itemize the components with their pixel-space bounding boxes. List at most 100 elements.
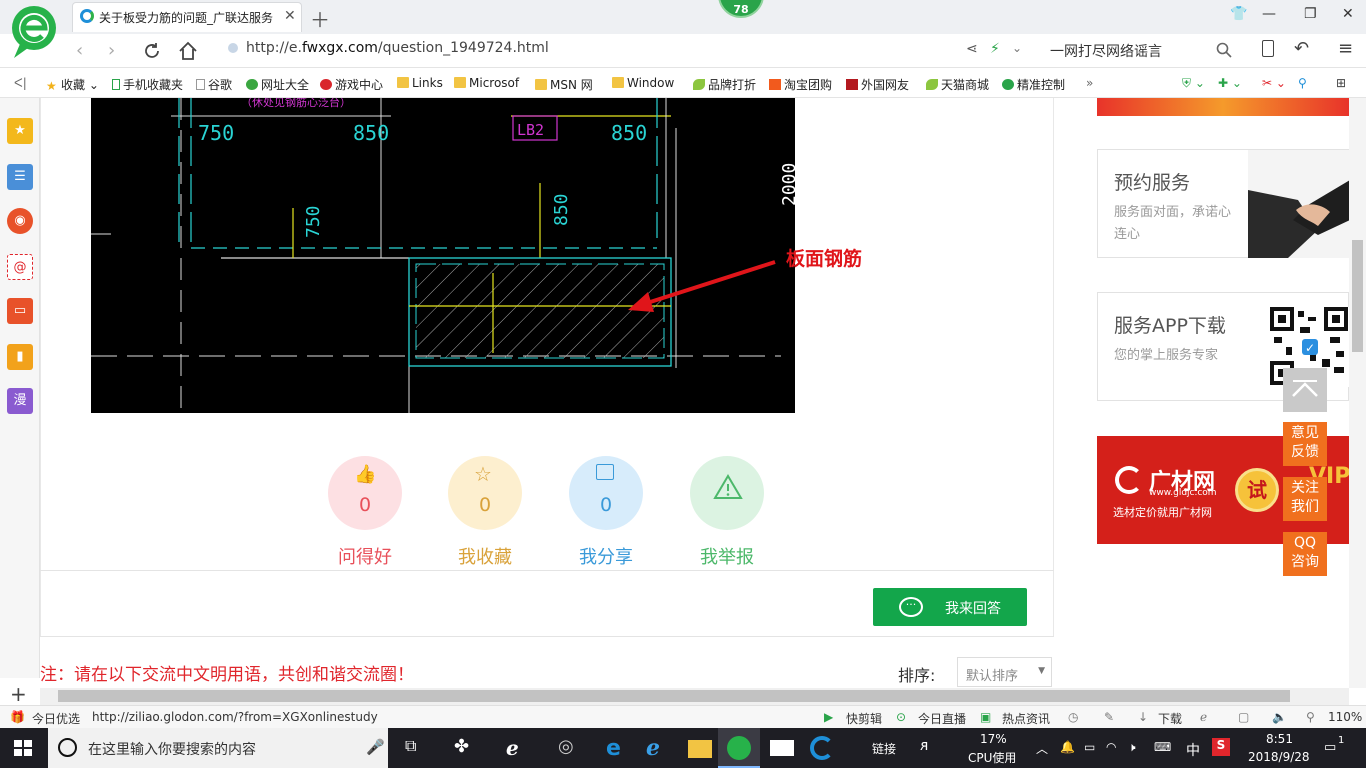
file-explorer-icon[interactable] xyxy=(688,740,712,758)
bookmark-item[interactable]: MSN 网 xyxy=(535,76,593,93)
favorites-icon[interactable]: ★ xyxy=(7,118,33,144)
zoom-icon[interactable]: ⚲ xyxy=(1306,710,1315,724)
search-icon[interactable]: ⚲ xyxy=(1298,76,1307,90)
search-icon[interactable] xyxy=(1216,42,1232,58)
clock-time[interactable]: 8:51 xyxy=(1266,732,1293,746)
notification-bell-icon[interactable]: 🔔 xyxy=(1060,740,1075,754)
browser-logo-icon[interactable] xyxy=(10,4,58,60)
ie-icon[interactable]: ℯ xyxy=(646,736,670,761)
minimize-button[interactable]: — xyxy=(1262,6,1276,22)
address-bar[interactable]: http://e.fwxgx.com/question_1949724.html xyxy=(228,40,1028,62)
phone-icon[interactable] xyxy=(1262,40,1274,57)
wifi-icon[interactable]: ◠ xyxy=(1106,740,1116,754)
top-banner-ad[interactable] xyxy=(1097,98,1349,116)
people-icon[interactable]: ᴙ xyxy=(920,738,928,754)
scissors-icon[interactable]: ✂ ⌄ xyxy=(1262,76,1286,90)
ie-mode-icon[interactable]: ℯ xyxy=(1200,710,1207,724)
favorite-label[interactable]: 我收藏 xyxy=(448,543,522,569)
menu-icon[interactable]: ≡ xyxy=(1338,38,1353,59)
like-label[interactable]: 问得好 xyxy=(328,543,402,569)
game-icon[interactable]: ▭ xyxy=(7,298,33,324)
undo-icon[interactable]: ↶ xyxy=(1294,38,1309,59)
sort-select[interactable]: 默认排序 ▼ xyxy=(957,657,1052,687)
gcai-try-button[interactable]: 试 xyxy=(1235,468,1279,512)
bookmark-item[interactable]: 淘宝团购 xyxy=(769,76,832,93)
fan-app-icon[interactable]: ✤ xyxy=(454,736,478,760)
home-icon[interactable] xyxy=(177,40,199,62)
back-to-top-button[interactable] xyxy=(1283,368,1327,412)
speed-icon[interactable]: ◷ xyxy=(1068,710,1078,724)
bookmark-item[interactable]: 品牌打折 xyxy=(693,76,756,93)
action-center-icon[interactable]: ▭ xyxy=(1324,740,1336,755)
windows-start-icon[interactable] xyxy=(14,740,32,756)
bookmark-item[interactable]: ★ 收藏 ⌄ xyxy=(46,76,99,93)
sidebar-toggle-icon[interactable]: ᐸ| xyxy=(14,76,27,90)
taskbar-search-input[interactable]: 在这里输入你要搜索的内容 xyxy=(48,728,388,768)
follow-button[interactable]: 关注我们 xyxy=(1283,477,1327,521)
novel-icon[interactable]: ▮ xyxy=(7,344,33,370)
reply-button[interactable]: ··· 我来回答 xyxy=(873,588,1027,626)
glodon-icon[interactable] xyxy=(810,736,834,760)
edge-icon[interactable]: e xyxy=(606,736,630,761)
clock-date[interactable]: 2018/9/28 xyxy=(1248,750,1310,764)
forward-button[interactable]: › xyxy=(108,40,115,61)
share-icon[interactable]: ⋖ xyxy=(966,41,978,57)
refresh-icon[interactable] xyxy=(142,41,162,61)
search-hint[interactable]: 一网打尽网络谣言 xyxy=(1050,41,1162,61)
edge-e-icon[interactable]: ℯ xyxy=(506,736,530,760)
feedback-button[interactable]: 意见反馈 xyxy=(1283,422,1327,466)
speaker-icon[interactable]: 🕨 xyxy=(1128,740,1136,755)
shield-icon[interactable]: ⛨ ⌄ xyxy=(1182,76,1205,91)
bookmark-item[interactable]: Window xyxy=(612,76,674,90)
today-picks[interactable]: 今日优选 xyxy=(32,710,80,727)
bookmark-item[interactable]: Links xyxy=(397,76,443,90)
lightning-icon[interactable]: ⚡ xyxy=(990,41,1000,57)
comic-icon[interactable]: 漫 xyxy=(7,388,33,414)
vertical-scroll-thumb[interactable] xyxy=(1352,240,1363,352)
add-sidebar-icon[interactable]: + xyxy=(10,682,27,706)
volume-icon[interactable]: 🔈 xyxy=(1272,710,1287,724)
status-item[interactable]: 快剪辑 xyxy=(846,710,882,727)
mail-icon[interactable] xyxy=(770,740,794,756)
reader-icon[interactable]: ☰ xyxy=(7,164,33,190)
microphone-icon[interactable]: 🎤 xyxy=(366,738,385,756)
bookmark-item[interactable]: 外国网友 xyxy=(846,76,909,93)
task-view-icon[interactable]: ⧉ xyxy=(405,736,429,760)
bookmark-item[interactable]: 谷歌 xyxy=(196,76,232,93)
status-item[interactable]: 今日直播 xyxy=(918,710,966,727)
bookmark-item[interactable]: Microsof xyxy=(454,76,519,90)
horizontal-scroll-thumb[interactable] xyxy=(58,690,1290,702)
skin-icon[interactable]: 👕 xyxy=(1230,6,1247,22)
status-item[interactable]: 热点资讯 xyxy=(1002,710,1050,727)
browser-taskbar-icon[interactable] xyxy=(727,736,751,760)
chevron-up-icon[interactable]: ︿ xyxy=(1036,740,1048,757)
weibo-icon[interactable]: ◉ xyxy=(7,208,33,234)
more-bookmarks-icon[interactable]: » xyxy=(1086,76,1093,90)
share-label[interactable]: 我分享 xyxy=(569,543,643,569)
window-icon[interactable]: ▢ xyxy=(1238,710,1249,724)
back-button[interactable]: ‹ xyxy=(76,40,83,61)
status-item[interactable]: 下载 xyxy=(1158,710,1182,727)
tab-close-icon[interactable]: ✕ xyxy=(284,8,296,24)
bookmark-item[interactable]: 游戏中心 xyxy=(320,76,383,93)
maximize-button[interactable]: ❐ xyxy=(1304,6,1317,22)
bookmark-item[interactable]: 网址大全 xyxy=(246,76,309,93)
new-tab-button[interactable]: ＋ xyxy=(310,4,330,33)
chevron-down-icon[interactable]: ⌄ xyxy=(1012,41,1022,55)
tab-current[interactable]: 关于板受力筋的问题_广联达服务 xyxy=(72,2,302,32)
tray-link[interactable]: 链接 xyxy=(872,740,896,757)
report-label[interactable]: 我举报 xyxy=(690,543,764,569)
bookmark-item[interactable]: 天猫商城 xyxy=(926,76,989,93)
close-button[interactable]: ✕ xyxy=(1342,6,1354,22)
qq-consult-button[interactable]: QQ咨询 xyxy=(1283,532,1327,576)
zoom-level[interactable]: 110% xyxy=(1328,710,1362,724)
apps-icon[interactable]: ⊞ xyxy=(1336,76,1346,90)
vertical-scrollbar[interactable] xyxy=(1349,98,1366,688)
keyboard-icon[interactable]: ⌨ xyxy=(1154,740,1171,754)
mail-icon[interactable]: @ xyxy=(7,254,33,280)
swirl-app-icon[interactable]: ◎ xyxy=(558,736,582,760)
ime-indicator[interactable]: 中 xyxy=(1186,740,1200,760)
battery-icon[interactable]: ▭ xyxy=(1084,740,1095,754)
sogou-icon[interactable]: S xyxy=(1212,738,1230,756)
appointment-card[interactable]: 预约服务 服务面对面，承诺心连心 xyxy=(1097,149,1350,258)
